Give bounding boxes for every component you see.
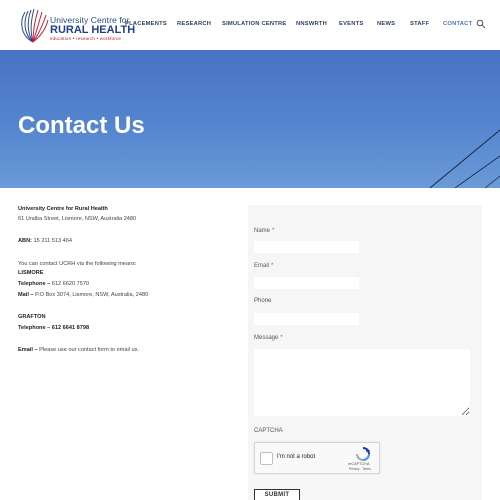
recaptcha-logo-icon [356,447,370,461]
recaptcha-checkbox[interactable] [260,452,273,465]
name-input[interactable] [254,241,359,253]
recaptcha-text: I'm not a robot [277,454,316,460]
recaptcha-links[interactable]: Privacy - Terms [349,467,371,471]
lismore-telephone: Telephone – 612 6620 7570 [18,281,90,287]
nav-simulation-centre[interactable]: SIMULATION CENTRE [222,21,286,27]
nav-placements[interactable]: PLACEMENTS [125,21,167,27]
grafton-telephone: Telephone – 612 6641 8798 [18,325,90,331]
email-label: Email * [254,263,274,269]
recaptcha-brand: reCAPTCHA [348,462,370,466]
main-nav: PLACEMENTS RESEARCH SIMULATION CENTRE NN… [0,21,500,31]
logo-tagline: education • research • workforce [50,36,122,41]
page-title: Contact Us [18,112,145,139]
nav-research[interactable]: RESEARCH [177,21,211,27]
email-input[interactable] [254,277,359,289]
submit-button[interactable]: SUBMIT [254,489,300,500]
phone-input[interactable] [254,313,359,325]
abn: ABN: 15 211 513 464 [18,238,73,244]
nav-news[interactable]: NEWS [377,21,395,27]
hero-banner: Contact Us [0,50,500,188]
search-icon[interactable] [476,19,486,29]
lismore-mail: Mail – P.O Box 3074, Lismore, NSW, Austr… [18,292,149,298]
message-textarea[interactable] [254,349,470,416]
email-note: Email – Please use our contact form to e… [18,347,139,353]
captcha-label: CAPTCHA [254,428,283,434]
nav-contact[interactable]: CONTACT [443,21,472,27]
org-address: 61 Uralba Street, Lismore, NSW, Australi… [18,216,137,222]
phone-label: Phone [254,298,272,304]
nav-events[interactable]: EVENTS [339,21,363,27]
grafton-heading: GRAFTON [18,314,46,320]
lismore-heading: LISMORE [18,270,44,276]
name-label: Name * [254,228,275,234]
org-name: University Centre for Rural Health [18,206,108,212]
nav-nnswrth[interactable]: NNSWRTH [296,21,327,27]
nav-staff[interactable]: STAFF [410,21,429,27]
contact-form: Name * Email * Phone Message * CAPTCHA I'm … [248,205,482,500]
message-label: Message * [254,335,283,341]
contact-intro: You can contact UCRH via the following m… [18,261,137,267]
site-header: University Centre for RURAL HEALTH educa… [0,0,500,50]
recaptcha-widget: I'm not a robot reCAPTCHA Privacy - Term… [254,442,380,474]
